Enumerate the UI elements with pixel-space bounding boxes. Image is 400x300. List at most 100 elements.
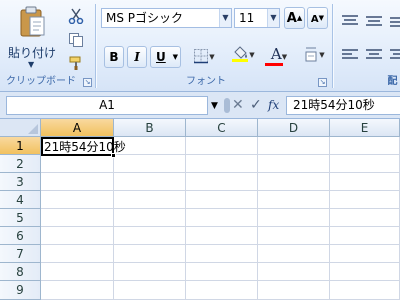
grid-cell[interactable] [41,173,114,191]
grid-cell[interactable] [114,209,186,227]
align-top-icon[interactable] [341,14,359,28]
underline-button[interactable]: U ▼ [150,46,181,68]
phonetic-button[interactable]: ▼ [300,44,328,66]
grid-cell[interactable] [186,227,258,245]
insert-function-button[interactable]: fx [268,97,284,114]
grid-cell[interactable] [41,227,114,245]
grid-cell[interactable] [330,227,400,245]
align-bottom-icon[interactable] [389,14,400,28]
formula-bar-splitter[interactable] [224,98,230,113]
cell-a1-value[interactable]: 21時54分10秒 [44,138,126,156]
column-header-e[interactable]: E [330,119,400,137]
grid-cell[interactable] [330,155,400,173]
format-painter-icon[interactable] [68,55,84,71]
cut-icon[interactable] [68,8,84,24]
grid-cell[interactable] [330,281,400,300]
grid-cell[interactable] [186,191,258,209]
grid-cell[interactable] [186,281,258,300]
row-header-4[interactable]: 4 [0,191,41,209]
grid-cell[interactable] [258,209,330,227]
chevron-down-icon[interactable]: ▼ [28,60,38,69]
chevron-down-icon[interactable]: ▼ [267,9,279,27]
grid-cell[interactable] [258,155,330,173]
column-header-b[interactable]: B [114,119,186,137]
grid-cell[interactable] [258,137,330,155]
row-header-7[interactable]: 7 [0,245,41,263]
chevron-down-icon[interactable]: ▼ [249,51,254,59]
align-center-icon[interactable] [365,48,383,62]
grid-cell[interactable] [114,173,186,191]
align-left-icon[interactable] [341,48,359,62]
font-name-select[interactable]: MS Pゴシック ▼ [101,8,232,28]
grid-cell[interactable] [330,245,400,263]
grid-cell[interactable] [258,173,330,191]
grid-cell[interactable] [330,191,400,209]
grid-cell[interactable] [41,263,114,281]
grid-cell[interactable] [258,263,330,281]
grid-cell[interactable] [186,137,258,155]
formula-bar: A1 ▼ ✕ ✓ fx 21時54分10秒 [0,92,400,119]
font-color-button[interactable]: A▼ [262,44,296,66]
grid-cell[interactable] [186,263,258,281]
italic-button[interactable]: I [127,46,147,68]
chevron-down-icon[interactable]: ▼ [211,101,221,111]
align-right-icon[interactable] [389,48,400,62]
chevron-down-icon[interactable]: ▼ [209,53,214,61]
chevron-down-icon[interactable]: ▼ [282,53,287,61]
cell-area[interactable] [41,137,400,300]
grid-cell[interactable] [41,209,114,227]
chevron-down-icon[interactable]: ▼ [219,9,231,27]
column-header-c[interactable]: C [186,119,258,137]
grid-cell[interactable] [41,155,114,173]
grid-cell[interactable] [258,245,330,263]
row-header-3[interactable]: 3 [0,173,41,191]
grid-cell[interactable] [186,155,258,173]
grow-font-button[interactable]: A▲ [284,7,305,29]
name-box[interactable]: A1 [6,96,208,115]
borders-button[interactable]: ▼ [187,46,221,68]
dialog-launcher-icon[interactable]: ↘ [83,78,92,87]
chevron-down-icon[interactable]: ▼ [319,51,324,59]
enter-icon[interactable]: ✓ [250,97,264,114]
cancel-icon[interactable]: ✕ [232,97,246,114]
grid-cell[interactable] [114,263,186,281]
grid-cell[interactable] [41,191,114,209]
shrink-font-button[interactable]: A▼ [307,7,328,29]
column-header-d[interactable]: D [258,119,330,137]
grid-cell[interactable] [330,263,400,281]
row-header-9[interactable]: 9 [0,281,41,300]
grid-cell[interactable] [186,245,258,263]
grid-cell[interactable] [114,155,186,173]
copy-icon[interactable] [68,32,84,48]
grid-cell[interactable] [41,281,114,300]
grid-cell[interactable] [330,137,400,155]
grid-cell[interactable] [114,281,186,300]
bold-button[interactable]: B [104,46,124,68]
align-middle-icon[interactable] [365,14,383,28]
fill-color-swatch [232,59,249,62]
grid-cell[interactable] [258,191,330,209]
formula-input[interactable]: 21時54分10秒 [286,96,400,115]
chevron-down-icon[interactable]: ▼ [173,47,178,67]
row-header-8[interactable]: 8 [0,263,41,281]
paste-button[interactable]: 貼り付け ▼ [6,6,58,72]
fill-color-button[interactable]: ▼ [226,44,260,66]
grid-cell[interactable] [330,209,400,227]
row-header-5[interactable]: 5 [0,209,41,227]
row-header-2[interactable]: 2 [0,155,41,173]
font-size-select[interactable]: 11 ▼ [234,8,280,28]
grid-cell[interactable] [258,227,330,245]
column-header-a[interactable]: A [41,119,114,137]
grid-cell[interactable] [114,245,186,263]
grid-cell[interactable] [186,209,258,227]
grid-cell[interactable] [114,227,186,245]
select-all-corner[interactable] [0,119,41,137]
grid-cell[interactable] [258,281,330,300]
row-header-1[interactable]: 1 [0,137,41,155]
grid-cell[interactable] [114,191,186,209]
dialog-launcher-icon[interactable]: ↘ [318,78,327,87]
grid-cell[interactable] [186,173,258,191]
grid-cell[interactable] [41,245,114,263]
row-header-6[interactable]: 6 [0,227,41,245]
grid-cell[interactable] [330,173,400,191]
